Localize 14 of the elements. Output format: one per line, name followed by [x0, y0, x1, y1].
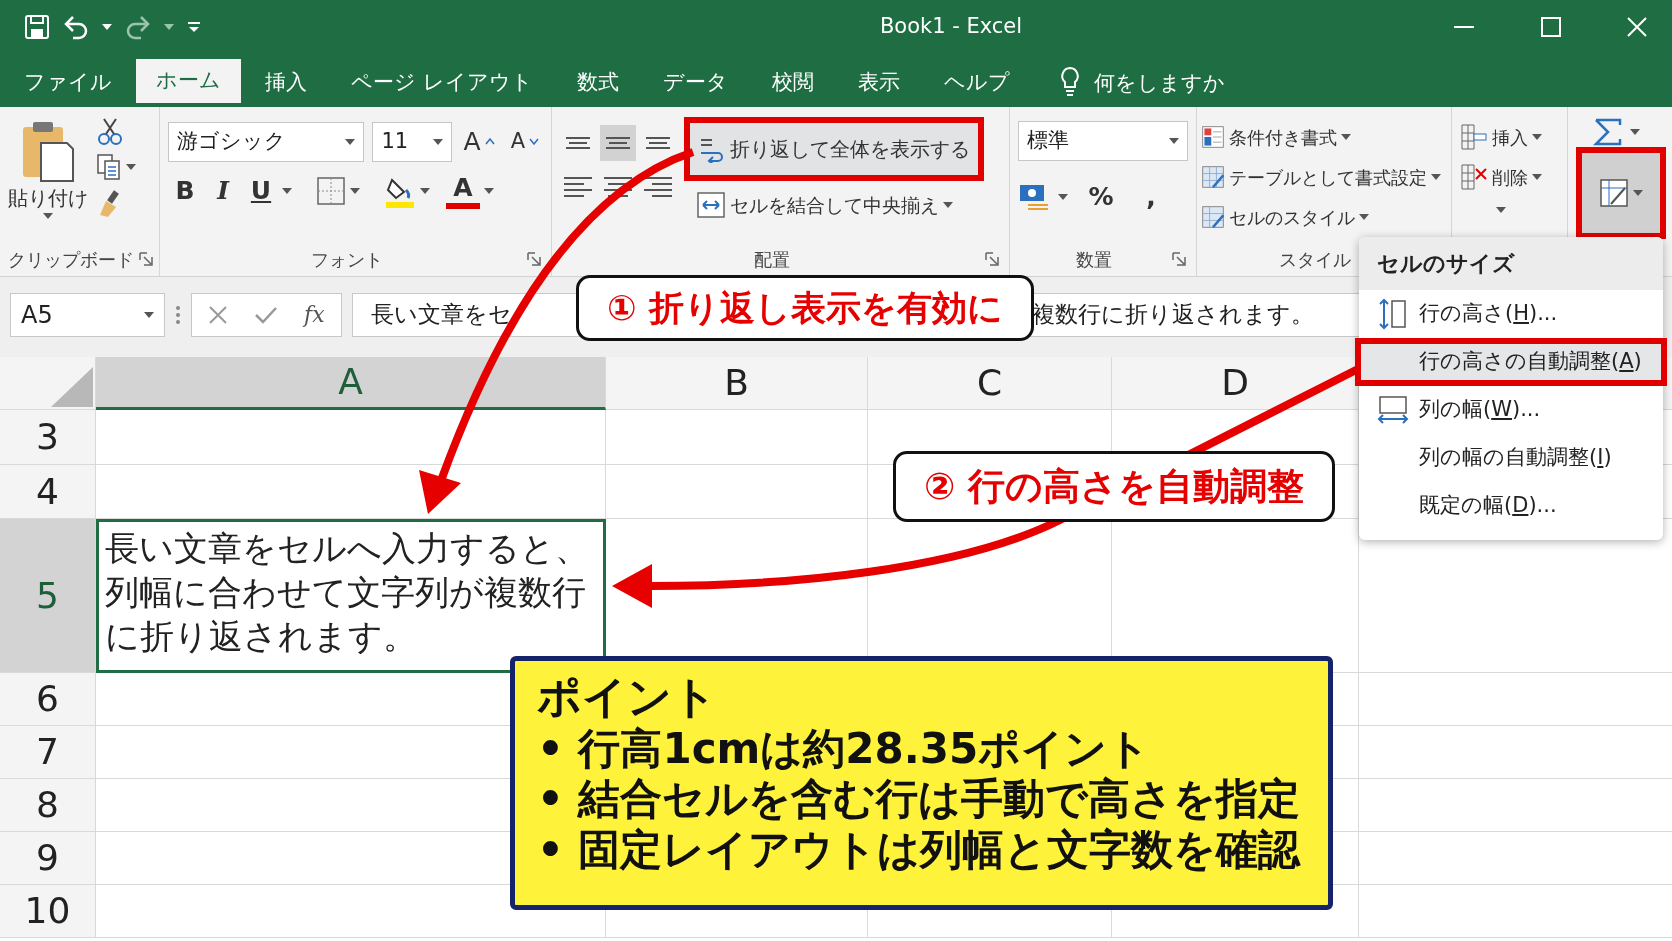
note-text: • 固定レイアウトは列幅と文字数を確認 — [537, 824, 1301, 875]
note-title: ポイント — [537, 671, 717, 724]
group-label: スタイル — [1279, 247, 1351, 272]
group-label: フォント — [310, 247, 383, 272]
group-label: クリップボード — [7, 247, 134, 272]
group-label: 配置 — [753, 247, 790, 272]
note-text: • 結合セルを含む行は手動で高さを指定 — [537, 774, 1301, 825]
menu-heading: セルのサイズ — [1359, 237, 1663, 290]
group-label: 数置 — [1076, 247, 1112, 272]
note-text: • 行高1cmは約28.35ポイント — [537, 723, 1151, 775]
callout-label: ② 行の高さを自動調整 — [893, 451, 1335, 522]
window-title: Book1 - Excel — [878, 12, 1024, 40]
callout-label: ① 折り返し表示を有効に — [576, 275, 1034, 341]
table-cell: 長い文章をセルへ入力すると、 列幅に合わせて文字列が複数行 に折り返されます。 — [96, 519, 606, 673]
